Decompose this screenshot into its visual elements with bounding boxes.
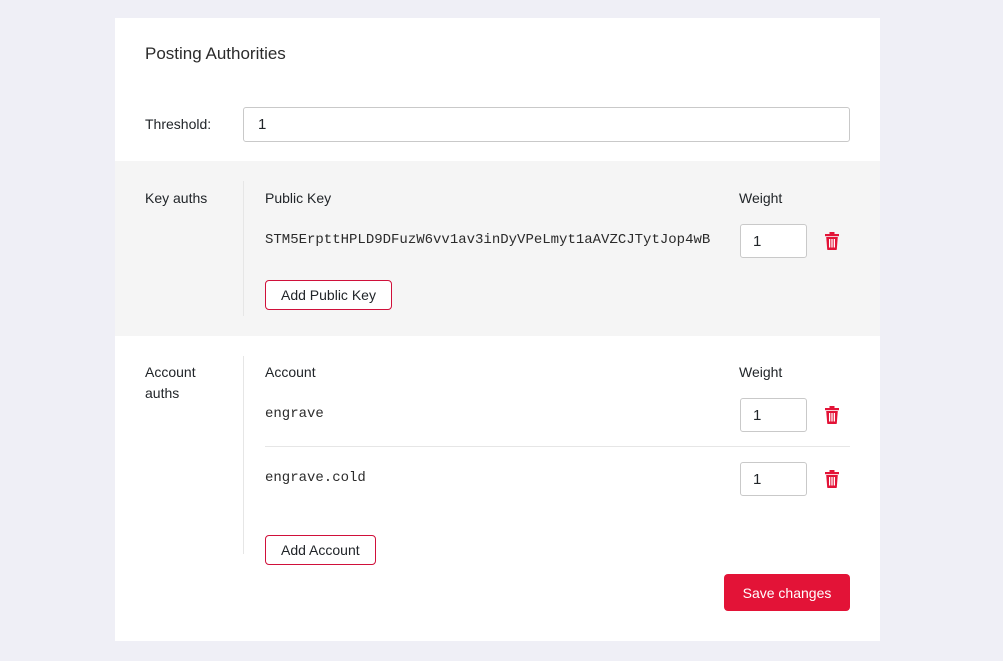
trash-icon[interactable]	[824, 232, 840, 250]
threshold-label: Threshold:	[145, 116, 212, 132]
section-divider	[243, 181, 244, 316]
row-divider	[265, 446, 850, 447]
account-value: engrave	[265, 406, 324, 422]
trash-icon[interactable]	[824, 406, 840, 424]
key-weight-input[interactable]	[740, 224, 807, 258]
account-weight-input[interactable]	[740, 398, 807, 432]
key-auths-label: Key auths	[145, 190, 208, 206]
public-key-value: STM5ErpttHPLD9DFuzW6vv1av3inDyVPeLmyt1aA…	[265, 232, 711, 248]
posting-authorities-card: Posting Authorities Threshold: Key auths…	[115, 18, 880, 641]
account-auths-section: Account auths Account Weight engrave eng…	[115, 336, 880, 565]
section-divider	[243, 356, 244, 554]
account-value: engrave.cold	[265, 470, 366, 486]
key-auths-section: Key auths Public Key Weight STM5ErpttHPL…	[115, 161, 880, 336]
add-account-button[interactable]: Add Account	[265, 535, 376, 565]
card-title: Posting Authorities	[145, 44, 286, 63]
account-column-header: Account	[265, 364, 316, 380]
weight-column-header: Weight	[739, 190, 783, 206]
public-key-column-header: Public Key	[265, 190, 332, 206]
account-auths-label: Account auths	[145, 364, 196, 401]
threshold-input[interactable]	[243, 107, 850, 142]
add-public-key-button[interactable]: Add Public Key	[265, 280, 392, 310]
save-changes-button[interactable]: Save changes	[724, 574, 850, 611]
weight-column-header: Weight	[739, 364, 783, 380]
trash-icon[interactable]	[824, 470, 840, 488]
account-weight-input[interactable]	[740, 462, 807, 496]
